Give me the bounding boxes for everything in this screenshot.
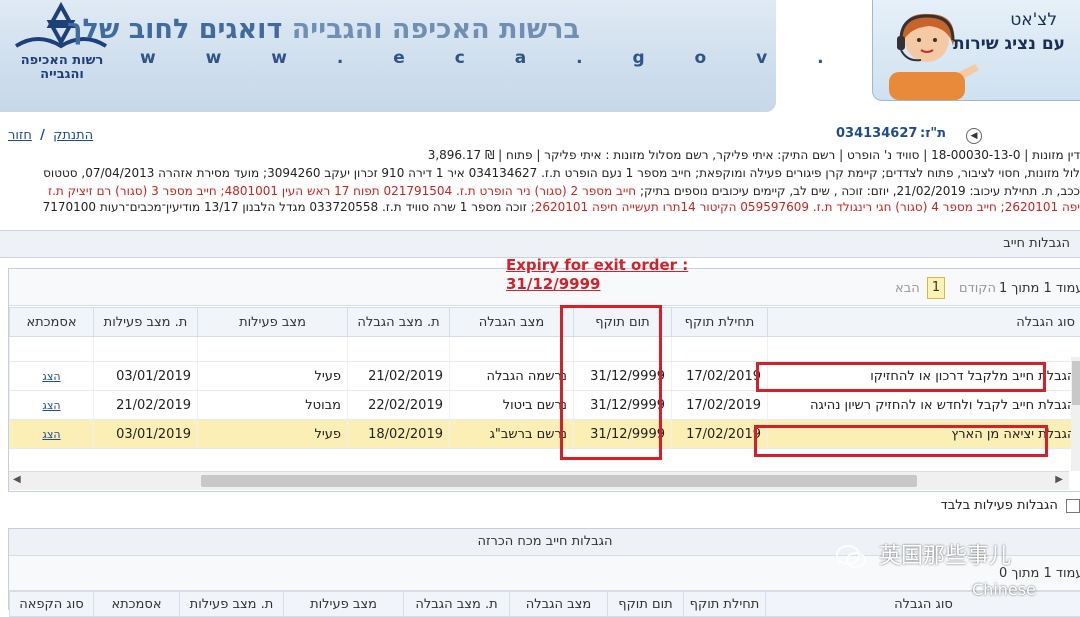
page-of-label: עמוד 1 מתוך 1 <box>999 281 1080 296</box>
horizontal-scroll-thumb[interactable] <box>201 475 917 487</box>
declared-page-of-label: עמוד 1 מתוך 0 <box>999 566 1080 581</box>
expiry-annotation-line1: Expiry for exit order : <box>506 256 688 275</box>
nav-separator: / <box>40 128 45 143</box>
cell-activity: מבוטל <box>198 391 348 420</box>
tz-label: ת"ז: <box>920 126 946 141</box>
info-line-3-red: חייב מספר 2 (סגור) ניר הופרט ת.ז. 021791… <box>48 184 636 198</box>
info-line-2: לול מזונות, חסוי לציבור, פתוח לצדדים; קי… <box>0 166 1080 182</box>
banner-title-bold: דואגים לחוב שלך <box>67 14 282 45</box>
cell-activity-date: 03/01/2019 <box>94 362 198 391</box>
active-only-filter[interactable]: הגבלות פעילות בלבד <box>940 498 1080 513</box>
info-line-4: יפה 2620101; חייב מספר 4 (סגור) חגי רינג… <box>0 200 1080 216</box>
nav-links: התנתק / חזור <box>8 128 93 143</box>
table-row-empty <box>10 337 1080 362</box>
cell-empty <box>672 337 768 362</box>
scroll-right-icon[interactable]: ▶ <box>1055 474 1063 485</box>
chat-button[interactable]: לצ'אט עם נציג שירות <box>872 0 1080 101</box>
cell-status-date: 22/02/2019 <box>348 391 450 420</box>
cell-empty <box>348 337 450 362</box>
back-link[interactable]: חזור <box>8 128 32 143</box>
expiry-annotation: Expiry for exit order : 31/12/9999 <box>506 256 688 294</box>
cell-status: נרשמה הגבלה <box>450 362 574 391</box>
restrictions-section-header: הגבלות חייב <box>0 230 1080 258</box>
watermark-text: 英国那些事儿 <box>879 544 1011 569</box>
cell-empty <box>198 337 348 362</box>
col-header-freeze-type[interactable]: סוג הקפאה <box>10 592 94 617</box>
cell-empty <box>450 337 574 362</box>
col-header-activity[interactable]: מצב פעילות <box>284 592 404 617</box>
active-only-checkbox[interactable] <box>1066 499 1080 513</box>
tz-number: 034134627 <box>836 126 917 141</box>
info-line-4-red: יפה 2620101; חייב מספר 4 (סגור) חגי רינג… <box>531 200 1080 214</box>
col-header-status[interactable]: מצב הגבלה <box>510 592 608 617</box>
info-line-3-dark: ככב, ת. תחילת עיכוב: 21/02/2019, יוזם: ז… <box>640 184 1080 198</box>
show-link[interactable]: הצג <box>10 391 94 420</box>
scroll-left-icon[interactable]: ◀ <box>13 474 21 485</box>
vertical-scroll-thumb[interactable] <box>1072 361 1080 405</box>
banner-url: w w w . e c a . g o v . i l <box>140 48 957 68</box>
cell-activity: פעיל <box>198 362 348 391</box>
chat-label-line1: לצ'אט <box>1010 10 1057 30</box>
expand-arrow-icon[interactable]: ◀ <box>966 128 982 144</box>
info-line-3: ככב, ת. תחילת עיכוב: 21/02/2019, יוזם: ז… <box>0 184 1080 200</box>
cell-status-date: 21/02/2019 <box>348 362 450 391</box>
show-link[interactable]: הצג <box>10 420 94 449</box>
cell-status-date: 18/02/2019 <box>348 420 450 449</box>
col-header-activity-date[interactable]: ת. מצב פעילות <box>180 592 284 617</box>
col-header-start[interactable]: תחילת תוקף <box>684 592 766 617</box>
col-header-activity-date[interactable]: ת. מצב פעילות <box>94 308 198 337</box>
banner-title-light: ברשות האכיפה והגבייה <box>292 14 580 45</box>
cell-start: 17/02/2019 <box>672 391 768 420</box>
chat-label-line2: עם נציג שירות <box>953 34 1065 54</box>
info-line-4-dark: זוכה מספר 1 שרה סוויד ת.ז. 033720558 מגד… <box>43 200 527 214</box>
passport-row-highlight <box>756 362 1046 392</box>
logo-text: רשות האכיפה והגבייה <box>8 54 116 82</box>
col-header-ref[interactable]: אסמכתא <box>10 308 94 337</box>
col-header-activity[interactable]: מצב פעילות <box>198 308 348 337</box>
col-header-status-date[interactable]: ת. מצב הגבלה <box>348 308 450 337</box>
cell-activity-date: 03/01/2019 <box>94 420 198 449</box>
exit-order-row-highlight <box>754 425 1048 457</box>
declared-header-row: סוג הקפאה אסמכתא ת. מצב פעילות מצב פעילו… <box>10 592 1080 617</box>
vertical-scrollbar[interactable] <box>1071 357 1080 471</box>
logout-link[interactable]: התנתק <box>53 128 93 143</box>
cell-status: נרשם ביטול <box>450 391 574 420</box>
expiry-column-highlight <box>560 305 662 460</box>
logo-text-line2: והגבייה <box>8 68 116 82</box>
col-header-status-date[interactable]: ת. מצב הגבלה <box>404 592 510 617</box>
col-header-end[interactable]: תום תוקף <box>608 592 684 617</box>
col-header-status[interactable]: מצב הגבלה <box>450 308 574 337</box>
header-banner: רשות האכיפה והגבייה ברשות האכיפה והגבייה… <box>0 0 776 112</box>
col-header-ref[interactable]: אסמכתא <box>94 592 180 617</box>
col-header-start[interactable]: תחילת תוקף <box>672 308 768 337</box>
cell-status: נרשם ברשב"ג <box>450 420 574 449</box>
restrictions-section-title: הגבלות חייב <box>1003 236 1070 251</box>
watermark-subtext: Chinese <box>972 580 1036 599</box>
cell-type: הגבלת חייב לקבל ולחדש או להחזיק רשיון נה… <box>768 391 1080 420</box>
wechat-icon <box>836 545 866 569</box>
table-row[interactable]: הצג 21/02/2019 מבוטל 22/02/2019 נרשם ביט… <box>10 391 1080 420</box>
banner-title: ברשות האכיפה והגבייה דואגים לחוב שלך <box>67 14 580 45</box>
active-only-label: הגבלות פעילות בלבד <box>941 498 1058 513</box>
cell-empty <box>10 337 94 362</box>
cell-empty <box>94 337 198 362</box>
cell-start: 17/02/2019 <box>672 362 768 391</box>
watermark: 英国那些事儿 <box>836 538 1011 570</box>
cell-activity-date: 21/02/2019 <box>94 391 198 420</box>
cell-activity: פעיל <box>198 420 348 449</box>
declared-restrictions-table: סוג הקפאה אסמכתא ת. מצב פעילות מצב פעילו… <box>9 591 1080 617</box>
logo-text-line1: רשות האכיפה <box>8 54 116 68</box>
show-link[interactable]: הצג <box>10 362 94 391</box>
current-page-button[interactable]: 1 <box>927 277 945 299</box>
prev-page-button[interactable]: הקודם <box>959 281 996 296</box>
horizontal-scrollbar[interactable]: ◀ ▶ <box>9 471 1069 490</box>
info-line-1: דין מזונות | 18-00030-13-0 | סוויד נ' הו… <box>0 148 1080 164</box>
col-header-type[interactable]: סוג הגבלה <box>768 308 1080 337</box>
next-page-button[interactable]: הבא <box>895 281 920 296</box>
table-header-row: אסמכתא ת. מצב פעילות מצב פעילות ת. מצב ה… <box>10 308 1080 337</box>
cell-empty <box>768 337 1080 362</box>
case-topline: התנתק / חזור 034134627 ת"ז: ◀ <box>0 124 1080 144</box>
expiry-annotation-line2: 31/12/9999 <box>506 275 688 294</box>
